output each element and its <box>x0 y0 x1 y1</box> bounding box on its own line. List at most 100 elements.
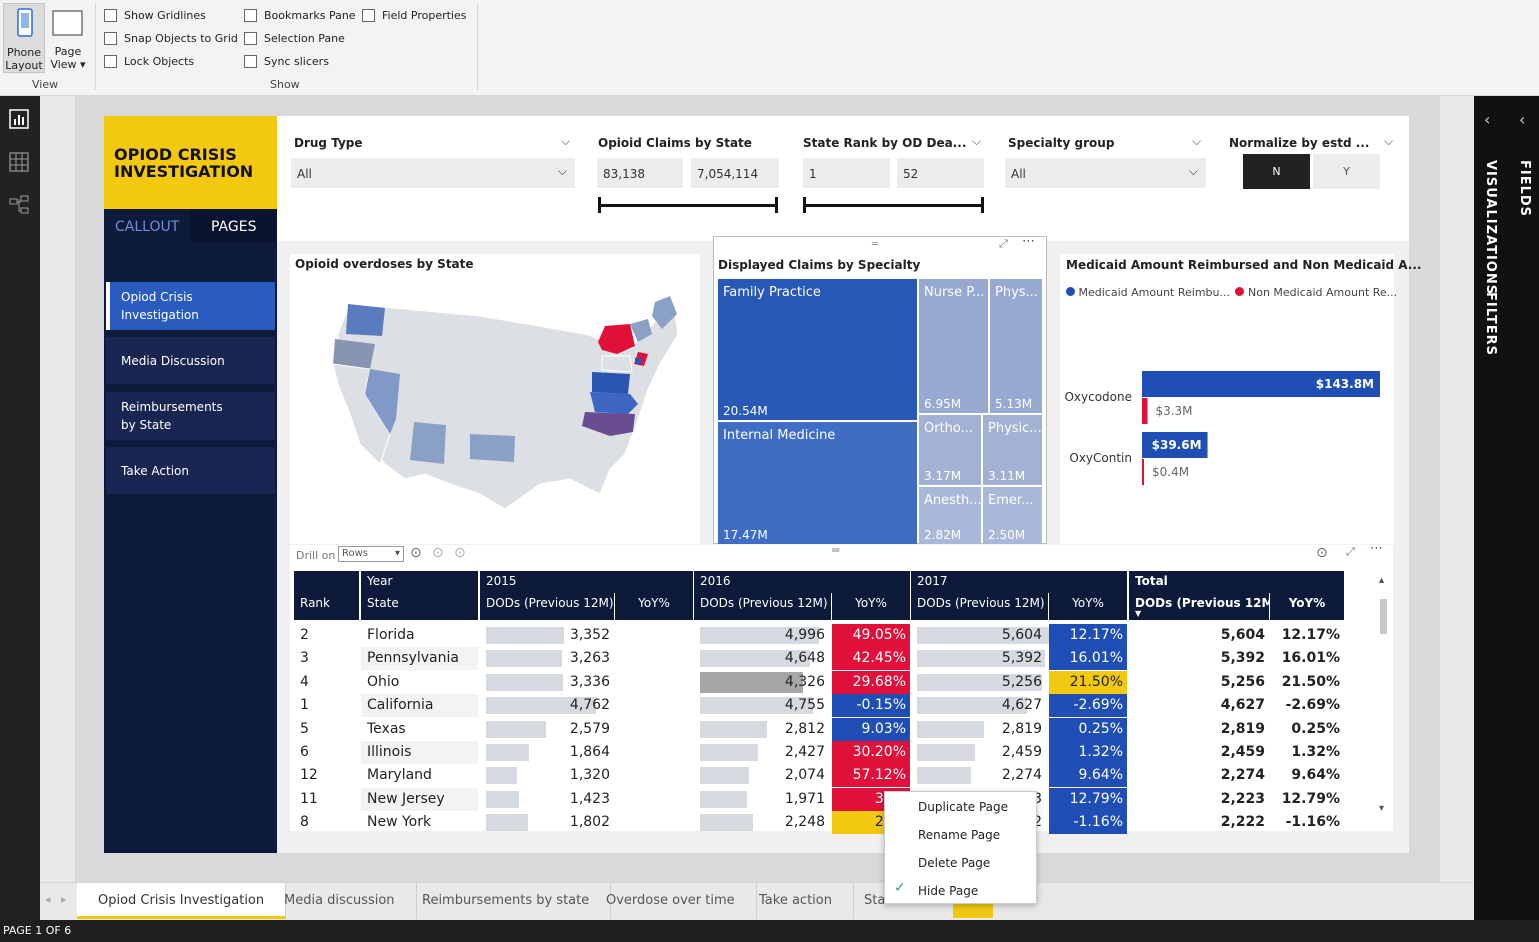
header-dods[interactable]: DODs (Previous 12M) <box>911 593 1048 620</box>
tab-scroll-left-icon[interactable]: ◂ <box>45 893 51 906</box>
dods-total-cell: 2,459 <box>1220 744 1265 760</box>
slider-handle[interactable] <box>803 197 806 213</box>
duplicate-page-menu-item[interactable]: Duplicate Page <box>918 800 1008 814</box>
drug-type-dropdown[interactable]: All ⌵ <box>291 158 575 188</box>
visualizations-pane-label[interactable]: VISUALIZATIONS <box>1483 160 1498 295</box>
state-cell: Texas <box>367 720 406 737</box>
tab-media-discussion[interactable]: Media discussion <box>263 883 417 919</box>
scrollbar-thumb[interactable] <box>1380 599 1387 634</box>
rank-max-input[interactable]: 52 <box>897 158 984 188</box>
snap-to-grid-checkbox[interactable]: Snap Objects to Grid <box>104 32 238 45</box>
lock-objects-checkbox[interactable]: Lock Objects <box>104 55 194 68</box>
rank-cell: 5 <box>300 720 309 737</box>
tab-reimbursements[interactable]: Reimbursements by state <box>401 883 612 919</box>
bookmarks-pane-checkbox[interactable]: Bookmarks Pane <box>244 9 356 22</box>
chevron-down-icon[interactable]: ⌵ <box>1384 134 1393 149</box>
tab-take-action[interactable]: Take action <box>738 883 854 919</box>
yoy-2017-cell: 12.17% <box>1049 624 1127 647</box>
normalize-n-button[interactable]: N <box>1243 154 1310 189</box>
header-yoy[interactable]: YoY% <box>1049 593 1127 620</box>
page-view-button[interactable]: Page View ▾ <box>48 3 88 73</box>
normalize-label: Normalize by estd ... <box>1229 136 1370 150</box>
dods-2017-cell: 5,392 <box>1001 650 1042 667</box>
medicaid-title: Medicaid Amount Reimbursed and Non Medic… <box>1066 258 1422 272</box>
treemap-tile[interactable]: Anesth... 2.82M <box>919 487 981 544</box>
treemap-tile[interactable]: Emer... 2.50M <box>983 487 1042 544</box>
chevron-down-icon[interactable]: ⌵ <box>1192 134 1201 149</box>
treemap-tile[interactable]: Internal Medicine 17.47M <box>718 422 917 544</box>
nav-item-take-action[interactable]: Take Action <box>106 447 275 494</box>
tab-opioid-crisis[interactable]: Opiod Crisis Investigation <box>77 883 287 919</box>
non-medicaid-bar[interactable] <box>1142 398 1148 424</box>
claims-treemap-visual[interactable]: ═ ⤢ ⋯ Displayed Claims by Specialty Fami… <box>713 234 1047 544</box>
focus-mode-icon[interactable]: ⤢ <box>999 237 1008 251</box>
callout-tab[interactable]: CALLOUT <box>115 219 179 235</box>
chevron-down-icon[interactable]: ⌵ <box>561 134 570 149</box>
state-cell: Illinois <box>367 744 412 760</box>
focus-mode-icon[interactable]: ⤢ <box>1346 545 1355 559</box>
drill-on-select[interactable]: Rows ▾ <box>338 546 404 562</box>
drill-up-icon[interactable]: ⊙ <box>410 545 422 561</box>
delete-page-menu-item[interactable]: Delete Page <box>918 856 990 870</box>
chevron-down-icon: ⌵ <box>557 164 567 178</box>
more-options-icon[interactable]: ⋯ <box>1022 234 1035 249</box>
expand-all-icon[interactable]: ⊙ <box>454 545 466 561</box>
header-dods-total[interactable]: DODs (Previous 12M) ▼ <box>1129 593 1269 620</box>
rename-page-menu-item[interactable]: Rename Page <box>918 828 1000 842</box>
scroll-down-icon[interactable]: ▾ <box>1379 803 1384 814</box>
nav-item-media[interactable]: Media Discussion <box>106 337 275 384</box>
slider-handle[interactable] <box>775 197 778 213</box>
header-yoy[interactable]: YoY% <box>615 593 693 620</box>
visualizations-collapse-icon[interactable]: ‹ <box>1484 110 1490 129</box>
treemap-tile[interactable]: Nurse P... 6.95M <box>919 279 988 413</box>
header-yoy[interactable]: YoY% <box>832 593 910 620</box>
treemap-tile[interactable]: Family Practice 20.54M <box>718 279 917 420</box>
medicaid-bar-visual[interactable]: Medicaid Amount Reimbursed and Non Medic… <box>1060 254 1421 544</box>
sync-slicers-checkbox[interactable]: Sync slicers <box>244 55 329 68</box>
treemap-tile[interactable]: Ortho... 3.17M <box>919 415 981 485</box>
tab-scroll-right-icon[interactable]: ▸ <box>61 893 67 906</box>
selection-pane-checkbox[interactable]: Selection Pane <box>244 32 345 45</box>
header-dods[interactable]: DODs (Previous 12M) <box>480 593 614 620</box>
claims-min-input[interactable]: 83,138 <box>597 158 683 188</box>
hide-page-menu-item[interactable]: Hide Page <box>918 884 978 898</box>
next-level-icon[interactable]: ⊙ <box>432 545 444 561</box>
header-yoy-total[interactable]: YoY% <box>1270 593 1344 620</box>
slider-handle[interactable] <box>981 197 984 213</box>
scroll-up-icon[interactable]: ▴ <box>1379 575 1384 586</box>
show-gridlines-checkbox[interactable]: Show Gridlines <box>104 9 206 22</box>
filters-pane-label[interactable]: FILTERS <box>1483 292 1498 356</box>
drag-handle-icon[interactable]: ═ <box>872 239 878 250</box>
claims-range-slider[interactable] <box>600 204 778 207</box>
nav-item-reimbursements[interactable]: Reimbursements by State <box>106 392 275 440</box>
phone-layout-button[interactable]: Phone Layout <box>3 3 45 73</box>
bar-chart-plot: Oxycodone $143.8M $3.3M OxyContin $39.6M $0.4… <box>1060 354 1394 504</box>
data-view-icon[interactable] <box>9 152 29 172</box>
tab-overdose-over-time[interactable]: Overdose over time <box>585 883 757 919</box>
pages-tab[interactable]: PAGES <box>211 219 256 235</box>
drag-handle-icon[interactable]: ═ <box>832 543 839 557</box>
fields-collapse-icon[interactable]: ‹ <box>1519 110 1525 129</box>
more-options-icon[interactable]: ⋯ <box>1370 541 1383 556</box>
header-state[interactable]: State <box>361 593 478 620</box>
overdose-map-visual[interactable]: Opioid overdoses by State <box>290 254 700 544</box>
fields-pane-label[interactable]: FIELDS <box>1517 160 1532 217</box>
slider-handle[interactable] <box>598 197 601 213</box>
specialty-group-dropdown[interactable]: All ⌵ <box>1005 158 1206 188</box>
report-view-icon[interactable] <box>9 109 29 129</box>
claims-max-input[interactable]: 7,054,114 <box>691 158 779 188</box>
rank-range-slider[interactable] <box>805 204 983 207</box>
treemap-tile[interactable]: Phys... 5.13M <box>990 279 1042 413</box>
normalize-y-button[interactable]: Y <box>1313 154 1380 189</box>
nav-item-opioid-crisis[interactable]: Opiod Crisis Investigation <box>106 282 275 330</box>
field-properties-checkbox[interactable]: Field Properties <box>362 9 466 22</box>
non-medicaid-bar[interactable] <box>1142 459 1144 485</box>
dods-2015-cell: 1,864 <box>569 744 610 760</box>
header-dods[interactable]: DODs (Previous 12M) <box>694 593 831 620</box>
header-rank[interactable]: Rank <box>294 593 359 620</box>
drill-down-icon[interactable]: ⊙ <box>1316 545 1328 561</box>
rank-min-input[interactable]: 1 <box>803 158 890 188</box>
chevron-down-icon[interactable]: ⌵ <box>972 134 981 149</box>
model-view-icon[interactable] <box>9 195 29 215</box>
treemap-tile[interactable]: Physic... 3.11M <box>983 415 1042 485</box>
